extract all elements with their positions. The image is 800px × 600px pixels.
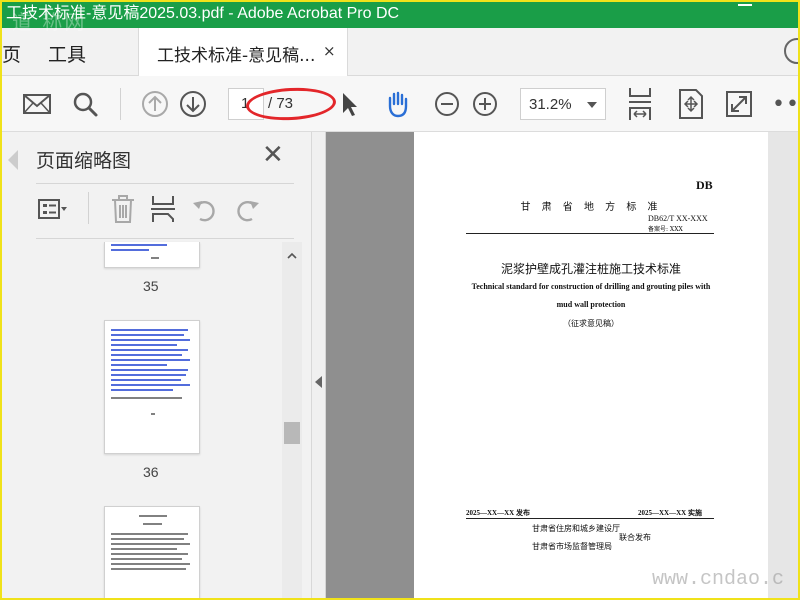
thumbnail-page-37[interactable] xyxy=(104,506,200,600)
doc-standard-type: 甘 肃 省 地 方 标 准 xyxy=(520,202,662,213)
chevron-down-icon xyxy=(587,102,597,108)
thumbnail-scrollbar[interactable] xyxy=(282,242,302,600)
doc-rule xyxy=(466,233,714,234)
zoom-out-icon[interactable] xyxy=(432,90,462,118)
doc-title-en-line2: mud wall protection xyxy=(556,300,626,309)
panel-toolbar-separator xyxy=(88,192,89,224)
doc-title-zh: 泥浆护壁成孔灌注桩施工技术标准 xyxy=(500,262,681,276)
doc-draft-note: （征求意见稿） xyxy=(563,319,619,328)
select-cursor-icon[interactable] xyxy=(334,90,364,118)
doc-record-number: 备案号: XXX xyxy=(648,226,683,233)
tab-tools[interactable]: 工具 xyxy=(48,40,86,67)
email-icon[interactable] xyxy=(22,90,52,118)
toolbar-separator xyxy=(120,88,121,120)
toolbar: 1 / 73 31.2% ••• xyxy=(0,76,800,132)
tab-document[interactable]: 工技术标准-意见稿... × xyxy=(138,28,348,76)
document-view[interactable]: DB 甘 肃 省 地 方 标 准 DB62/T XX-XXX 备案号: XXX … xyxy=(326,132,800,600)
doc-title-en-line1: Technical standard for construction of d… xyxy=(471,282,711,291)
panel-splitter[interactable] xyxy=(312,132,326,600)
doc-issue-date: 2025—XX—XX 发布 xyxy=(466,509,530,517)
close-tab-icon[interactable]: × xyxy=(323,42,336,60)
doc-department-2: 甘肃省市场监督管理局 xyxy=(532,542,612,551)
tab-document-label: 工技术标准-意见稿... xyxy=(157,46,316,66)
doc-rule xyxy=(466,518,714,519)
title-bar: 工技术标准-意见稿2025.03.pdf - Adobe Acrobat Pro… xyxy=(0,0,800,28)
document-margin xyxy=(768,132,800,600)
doc-db-label: DB xyxy=(696,178,713,192)
scrollbar-thumb[interactable] xyxy=(284,422,300,444)
close-panel-icon[interactable]: ✕ xyxy=(262,142,284,168)
doc-department-1: 甘肃省住房和城乡建设厅 xyxy=(532,524,620,533)
rotate-left-icon[interactable] xyxy=(190,194,220,224)
doc-implement-date: 2025—XX—XX 实施 xyxy=(638,509,702,517)
doc-code: DB62/T XX-XXX xyxy=(648,214,708,223)
search-icon[interactable] xyxy=(70,90,100,118)
pdf-page: DB 甘 肃 省 地 方 标 准 DB62/T XX-XXX 备案号: XXX … xyxy=(414,132,768,600)
more-tools-icon[interactable]: ••• xyxy=(772,92,800,117)
next-page-icon[interactable] xyxy=(178,90,208,118)
panel-pointer-icon xyxy=(8,150,18,170)
tab-bar: 页 工具 工技术标准-意见稿... × xyxy=(0,28,800,76)
hand-tool-icon[interactable] xyxy=(382,90,412,118)
doc-joint-release: 联合发布 xyxy=(619,533,651,542)
collapse-panel-icon[interactable] xyxy=(315,376,322,388)
fit-width-icon[interactable] xyxy=(625,86,655,122)
delete-page-icon[interactable] xyxy=(108,194,138,224)
panel-divider xyxy=(36,238,294,239)
tab-home[interactable]: 页 xyxy=(2,40,21,67)
thumbnails-panel: 页面缩略图 ✕ 35 36 xyxy=(0,132,312,600)
previous-page-icon[interactable] xyxy=(140,90,170,118)
scroll-up-icon[interactable] xyxy=(286,250,298,262)
thumbnail-options-icon[interactable] xyxy=(38,194,68,224)
panel-title: 页面缩略图 xyxy=(36,150,132,172)
zoom-value: 31.2% xyxy=(529,96,572,113)
minimize-icon[interactable] xyxy=(738,4,752,6)
thumbnail-page-35[interactable] xyxy=(104,242,200,268)
thumbnail-page-36[interactable] xyxy=(104,320,200,454)
help-icon[interactable] xyxy=(784,38,800,64)
zoom-in-icon[interactable] xyxy=(470,90,500,118)
fit-page-icon[interactable] xyxy=(676,88,706,120)
thumbnail-label-35: 35 xyxy=(143,278,159,294)
zoom-select[interactable]: 31.2% xyxy=(520,88,606,120)
thumbnail-label-36: 36 xyxy=(143,464,159,480)
window-title: 工技术标准-意见稿2025.03.pdf - Adobe Acrobat Pro… xyxy=(6,5,400,22)
full-screen-icon[interactable] xyxy=(724,90,754,118)
panel-divider xyxy=(36,183,294,184)
insert-page-icon[interactable] xyxy=(148,194,178,224)
rotate-right-icon[interactable] xyxy=(232,194,262,224)
